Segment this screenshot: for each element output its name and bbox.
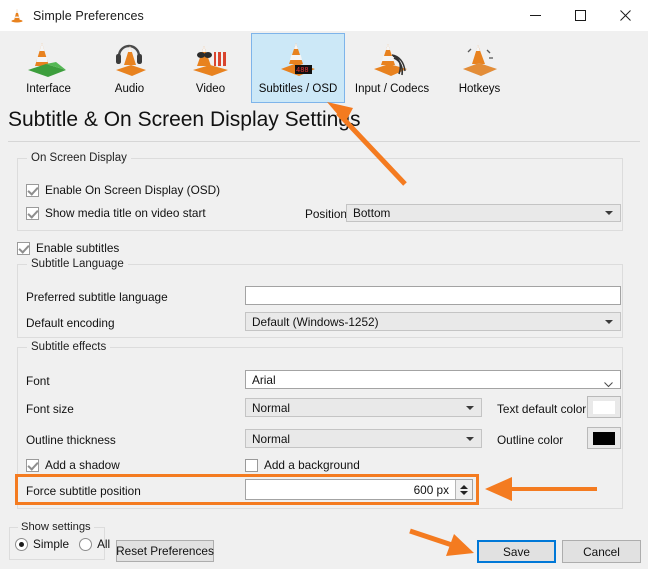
minimize-button[interactable] (513, 0, 558, 31)
color-swatch (593, 400, 615, 414)
tab-hotkeys[interactable]: Hotkeys (439, 33, 520, 103)
preferred-subtitle-language-input[interactable] (245, 286, 621, 305)
simple-preferences-window: Simple Preferences Interface Audio Video… (0, 0, 648, 569)
force-subtitle-position-value: 600 px (413, 482, 449, 497)
tab-audio[interactable]: Audio (89, 33, 170, 103)
tab-label: Subtitles / OSD (258, 83, 338, 95)
chevron-down-icon (466, 436, 474, 441)
default-encoding-value: Default (Windows-1252) (252, 314, 379, 329)
tab-video[interactable]: Video (170, 33, 251, 103)
outline-color-button[interactable] (587, 427, 621, 449)
font-size-dropdown[interactable]: Normal (245, 398, 482, 417)
add-background-checkbox[interactable]: Add a background (245, 458, 360, 472)
position-dropdown[interactable]: Bottom (346, 204, 621, 222)
vlc-video-icon (185, 38, 237, 80)
radio-simple[interactable]: Simple (15, 537, 69, 551)
stepper-up-icon[interactable] (460, 484, 468, 489)
default-encoding-dropdown[interactable]: Default (Windows-1252) (245, 312, 621, 331)
vlc-hotkeys-icon (454, 38, 506, 80)
text-default-color-button[interactable] (587, 396, 621, 418)
maximize-button[interactable] (558, 0, 603, 31)
reset-preferences-button[interactable]: Reset Preferences (116, 540, 214, 562)
enable-osd-checkbox[interactable]: Enable On Screen Display (OSD) (26, 183, 220, 197)
outline-thickness-dropdown[interactable]: Normal (245, 429, 482, 448)
save-button[interactable]: Save (477, 540, 556, 563)
title-divider (8, 141, 640, 142)
group-title: Subtitle Language (27, 258, 128, 270)
window-controls (513, 0, 648, 31)
chevron-down-icon (466, 405, 474, 410)
chevron-down-icon (605, 319, 613, 324)
font-label: Font (26, 374, 50, 388)
tab-label: Video (195, 83, 226, 95)
checkbox-label: Enable On Screen Display (OSD) (45, 183, 221, 197)
radio-dot (15, 537, 28, 551)
radio-label: All (97, 537, 111, 551)
position-value: Bottom (353, 206, 391, 220)
outline-thickness-label: Outline thickness (26, 433, 116, 447)
tab-input-codecs[interactable]: Input / Codecs (345, 33, 439, 103)
tab-label: Audio (114, 83, 145, 95)
vlc-audio-icon (104, 38, 156, 80)
text-default-color-label: Text default color (497, 402, 587, 416)
outline-thickness-value: Normal (252, 431, 291, 446)
add-shadow-checkbox[interactable]: Add a shadow (26, 458, 120, 472)
checkbox-box (26, 458, 39, 472)
show-settings-radios: Simple All (15, 537, 120, 551)
vlc-subtitles-osd-icon: 488 (272, 38, 324, 80)
show-settings-group: Show settings Simple All (9, 521, 110, 560)
checkbox-label: Add a shadow (45, 458, 120, 472)
force-subtitle-position-label: Force subtitle position (26, 484, 141, 498)
stepper-down-icon[interactable] (460, 490, 468, 495)
svg-text:488: 488 (296, 67, 309, 75)
font-size-label: Font size (26, 402, 74, 416)
tab-subtitles-osd[interactable]: 488 Subtitles / OSD (251, 33, 345, 103)
preferred-subtitle-language-label: Preferred subtitle language (26, 290, 168, 304)
window-title: Simple Preferences (33, 8, 144, 23)
checkbox-box (17, 241, 30, 255)
default-encoding-label: Default encoding (26, 316, 115, 330)
chevron-down-icon (605, 211, 613, 215)
radio-dot (79, 537, 93, 551)
enable-subtitles-checkbox[interactable]: Enable subtitles (17, 241, 119, 255)
font-value: Arial (252, 372, 276, 387)
group-title: On Screen Display (27, 152, 131, 164)
vlc-input-codecs-icon (366, 38, 418, 80)
group-title: Subtitle effects (27, 341, 111, 353)
checkbox-box (26, 206, 39, 220)
checkbox-label: Enable subtitles (36, 241, 120, 255)
title-bar: Simple Preferences (0, 0, 648, 31)
preferences-toolbar: Interface Audio Video 488 Subtitles / OS… (0, 31, 648, 105)
font-size-value: Normal (252, 400, 291, 415)
tab-label: Input / Codecs (354, 83, 430, 95)
show-settings-label: Show settings (18, 521, 94, 533)
close-button[interactable] (603, 0, 648, 31)
checkbox-label: Add a background (264, 458, 360, 472)
tab-label: Hotkeys (458, 83, 501, 95)
radio-label: Simple (33, 537, 70, 551)
outline-color-label: Outline color (497, 433, 564, 447)
vlc-cone-icon (9, 8, 25, 24)
tab-label: Interface (26, 83, 71, 95)
stepper-buttons[interactable] (455, 480, 472, 499)
checkbox-label: Show media title on video start (45, 206, 206, 220)
checkbox-box (26, 183, 39, 197)
font-dropdown[interactable]: Arial (245, 370, 621, 389)
checkbox-box (245, 458, 258, 472)
vlc-interface-icon (23, 38, 75, 80)
tab-interface[interactable]: Interface (8, 33, 89, 103)
force-subtitle-position-stepper[interactable]: 600 px (245, 479, 473, 500)
color-swatch (593, 431, 615, 445)
page-title: Subtitle & On Screen Display Settings (8, 108, 361, 131)
position-label: Position (305, 207, 347, 221)
show-media-title-checkbox[interactable]: Show media title on video start (26, 206, 206, 220)
cancel-button[interactable]: Cancel (562, 540, 641, 563)
radio-all[interactable]: All (79, 537, 110, 551)
chevron-down-icon (604, 377, 613, 391)
